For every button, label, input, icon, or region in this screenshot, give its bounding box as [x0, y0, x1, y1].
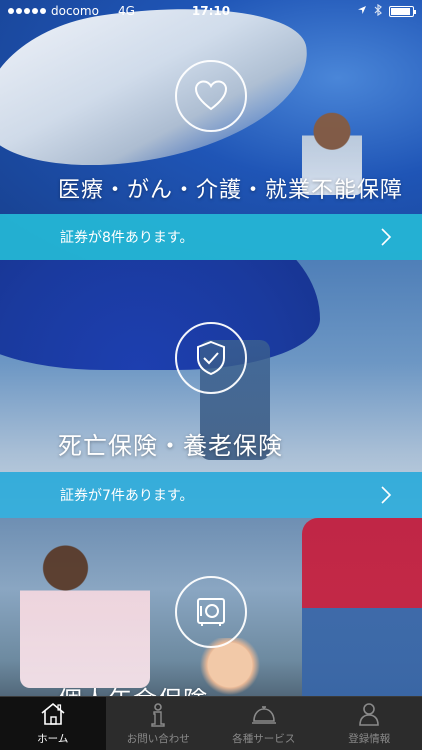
- section-pension[interactable]: 個人年金保険: [0, 518, 422, 696]
- tab-label: 各種サービス: [232, 733, 296, 745]
- section-title: 死亡保険・養老保険: [58, 432, 283, 460]
- network-label: 4G: [117, 4, 135, 18]
- background-person-image: [302, 518, 422, 696]
- location-icon: [357, 5, 367, 18]
- tab-label: お問い合わせ: [126, 733, 190, 745]
- policy-count-row[interactable]: 証券が8件あります。: [0, 214, 422, 260]
- battery-icon: [389, 5, 416, 17]
- tab-registration[interactable]: 登録情報: [317, 697, 422, 750]
- home-icon: [41, 702, 65, 725]
- person-icon: [359, 703, 380, 726]
- clock: 17:10: [191, 4, 231, 18]
- section-title: 個人年金保険: [58, 680, 208, 696]
- chevron-right-icon: [380, 486, 392, 504]
- tab-label: 登録情報: [348, 733, 391, 745]
- tab-bar: ホーム お問い合わせ 各種サービス 登録情報: [0, 696, 422, 750]
- bluetooth-icon: [374, 3, 382, 19]
- tab-home[interactable]: ホーム: [0, 697, 106, 750]
- policy-count-text: 証券が7件あります。: [60, 488, 194, 504]
- safe-icon: [175, 576, 247, 648]
- info-icon: [151, 703, 165, 727]
- background-person-image: [20, 538, 150, 688]
- service-bell-icon: [251, 706, 276, 724]
- tab-label: ホーム: [37, 733, 69, 745]
- heart-icon: [175, 60, 247, 132]
- status-bar: docomo 4G 17:10: [0, 0, 422, 22]
- tab-services[interactable]: 各種サービス: [211, 697, 317, 750]
- policy-count-text: 証券が8件あります。: [60, 230, 194, 246]
- chevron-right-icon: [380, 228, 392, 246]
- section-life-insurance[interactable]: 死亡保険・養老保険 証券が7件あります。: [0, 260, 422, 518]
- shield-check-icon: [175, 322, 247, 394]
- section-title: 医療・がん・介護・就業不能保障: [58, 178, 404, 203]
- section-medical[interactable]: 医療・がん・介護・就業不能保障 証券が8件あります。: [0, 0, 422, 260]
- carrier-label: docomo: [51, 4, 99, 18]
- signal-strength-icon: [8, 8, 46, 14]
- policy-count-row[interactable]: 証券が7件あります。: [0, 472, 422, 518]
- tab-contact[interactable]: お問い合わせ: [106, 697, 212, 750]
- background-umbrella-image: [0, 260, 320, 370]
